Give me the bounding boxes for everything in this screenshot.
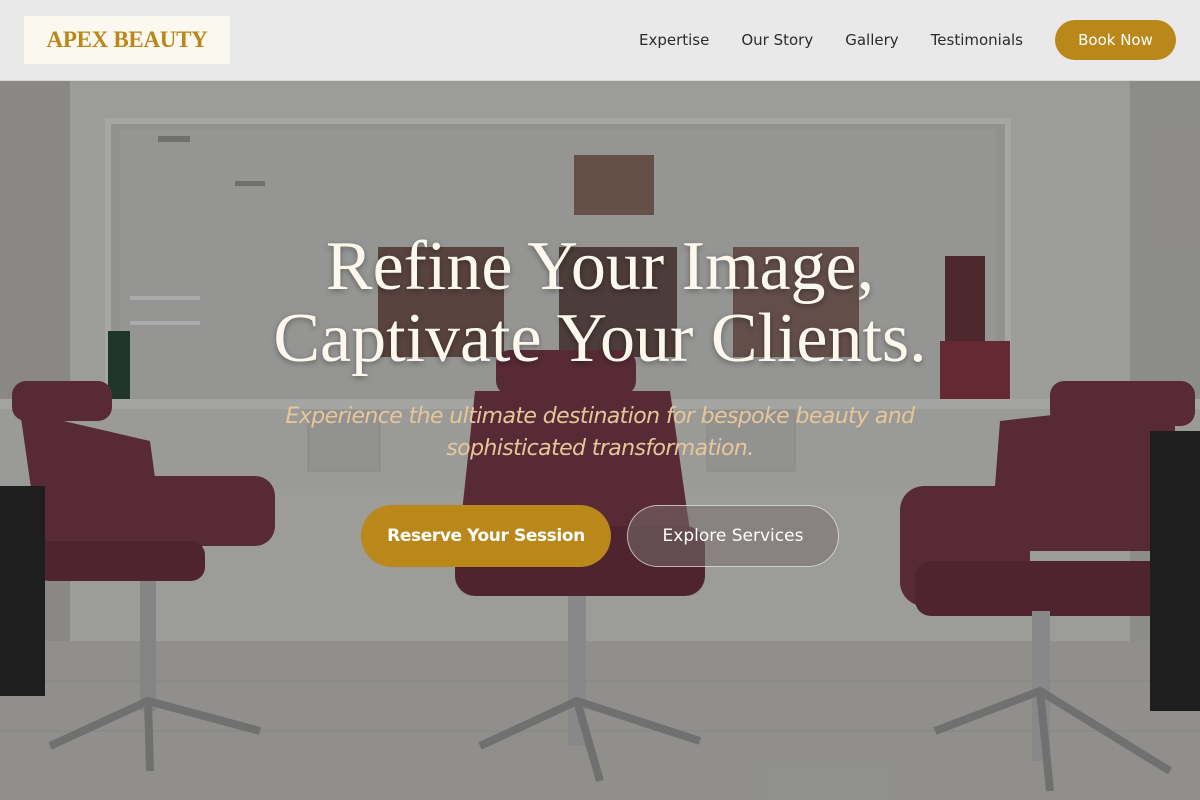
hero-title-line-1: Refine Your Image, xyxy=(325,228,875,305)
reserve-session-button[interactable]: Reserve Your Session xyxy=(361,505,611,567)
site-header: APEX BEAUTY Expertise Our Story Gallery … xyxy=(0,0,1200,81)
hero-subtitle: Experience the ultimate destination for … xyxy=(285,404,916,461)
brand-logo[interactable]: APEX BEAUTY xyxy=(24,16,230,64)
main-nav: Expertise Our Story Gallery Testimonials… xyxy=(639,20,1176,60)
nav-link-testimonials[interactable]: Testimonials xyxy=(931,31,1023,49)
hero-section: Refine Your Image, Captivate Your Client… xyxy=(0,81,1200,800)
nav-link-expertise[interactable]: Expertise xyxy=(639,31,709,49)
nav-link-our-story[interactable]: Our Story xyxy=(741,31,813,49)
hero-title: Refine Your Image, Captivate Your Client… xyxy=(0,231,1200,375)
nav-link-gallery[interactable]: Gallery xyxy=(845,31,898,49)
hero-title-line-2: Captivate Your Clients. xyxy=(273,300,927,377)
hero-content: Refine Your Image, Captivate Your Client… xyxy=(0,81,1200,800)
explore-services-button[interactable]: Explore Services xyxy=(627,505,839,567)
book-now-button[interactable]: Book Now xyxy=(1055,20,1176,60)
